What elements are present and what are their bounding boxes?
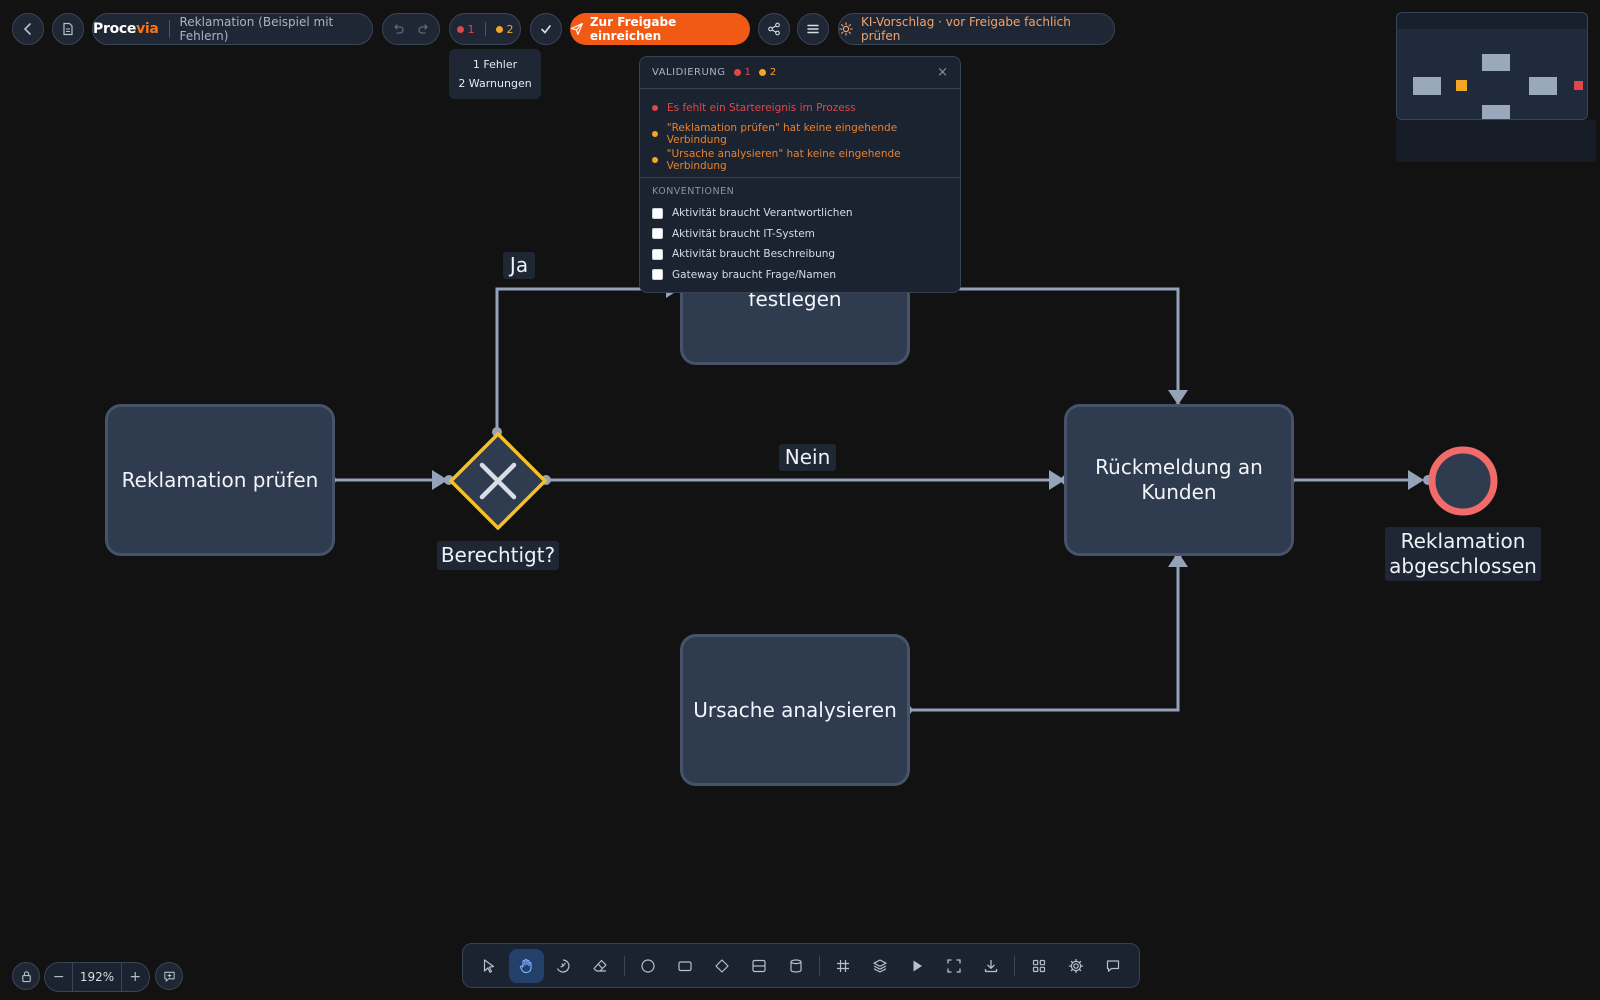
edge-label-yes[interactable]: Ja xyxy=(503,252,535,279)
export-button[interactable] xyxy=(974,949,1009,983)
eraser-icon xyxy=(593,959,607,972)
minimap-node xyxy=(1482,105,1510,119)
convention-checkbox[interactable] xyxy=(652,228,663,240)
simulate-button[interactable] xyxy=(900,949,935,983)
arrowhead xyxy=(1168,390,1188,405)
toolbar-divider xyxy=(1014,955,1016,976)
lasso-tool-button[interactable] xyxy=(546,949,581,983)
minimap-shadow xyxy=(1396,120,1596,162)
conventions-title: KONVENTIONEN xyxy=(652,186,735,197)
convention-item[interactable]: Gateway braucht Frage/Namen xyxy=(652,265,948,286)
end-event[interactable] xyxy=(1427,445,1499,517)
play-icon xyxy=(913,960,923,971)
rectangle-icon xyxy=(678,960,692,971)
database-icon xyxy=(789,958,802,973)
lasso-icon xyxy=(557,958,570,973)
convention-checkbox[interactable] xyxy=(652,269,663,281)
gear-icon xyxy=(1068,958,1083,973)
zoom-in-button[interactable]: + xyxy=(122,969,149,985)
gateway-shape-button[interactable] xyxy=(704,949,739,983)
download-icon xyxy=(984,959,998,972)
warning-dot-icon xyxy=(652,131,658,137)
zoom-level[interactable]: 192% xyxy=(72,963,122,991)
layers-button[interactable] xyxy=(863,949,898,983)
comment-add-button[interactable] xyxy=(155,962,183,990)
validation-title: VALIDIERUNG xyxy=(652,67,726,78)
fullscreen-icon xyxy=(947,958,961,973)
settings-button[interactable] xyxy=(1058,949,1093,983)
fit-view-button[interactable] xyxy=(937,949,972,983)
error-dot-icon xyxy=(733,69,741,76)
comments-button[interactable] xyxy=(1095,949,1130,983)
grid-icon xyxy=(837,959,850,972)
convention-item[interactable]: Aktivität braucht IT-System xyxy=(652,224,948,245)
lock-button[interactable] xyxy=(12,962,40,990)
warning-dot-icon xyxy=(652,157,658,163)
minimap[interactable] xyxy=(1396,12,1588,120)
flow-gateway-to-define xyxy=(495,287,680,432)
flow-analyze-to-feedback xyxy=(907,560,1180,712)
validation-panel-header: VALIDIERUNG 1 2 × xyxy=(640,57,960,89)
minimap-node xyxy=(1413,77,1441,95)
validation-issue[interactable]: Es fehlt ein Startereignis im Prozess xyxy=(652,95,948,121)
bottom-toolbar xyxy=(462,943,1140,988)
swimlane-icon xyxy=(752,959,766,972)
lock-icon xyxy=(21,970,31,982)
eraser-tool-button[interactable] xyxy=(583,949,618,983)
validation-issue-list: Es fehlt ein Startereignis im Prozess "R… xyxy=(640,89,960,178)
minimap-header xyxy=(1397,13,1587,29)
datastore-shape-button[interactable] xyxy=(778,949,813,983)
event-shape-button[interactable] xyxy=(631,949,666,983)
minimap-node xyxy=(1529,77,1557,95)
flow-define-to-feedback xyxy=(904,287,1180,398)
convention-checkbox[interactable] xyxy=(652,248,663,260)
task-shape-button[interactable] xyxy=(667,949,702,983)
convention-item[interactable]: Aktivität braucht Verantwortlichen xyxy=(652,203,948,224)
minimap-end-event xyxy=(1574,81,1583,90)
chat-bubble-icon xyxy=(1106,959,1119,972)
comment-plus-icon xyxy=(163,971,175,982)
select-tool-button[interactable] xyxy=(472,949,507,983)
lane-shape-button[interactable] xyxy=(741,949,776,983)
grid-toggle-button[interactable] xyxy=(826,949,861,983)
conventions-section: KONVENTIONEN Aktivität braucht Verantwor… xyxy=(640,178,960,293)
warning-dot-icon xyxy=(758,69,766,76)
zoom-out-button[interactable]: − xyxy=(45,969,72,985)
convention-item[interactable]: Aktivität braucht Beschreibung xyxy=(652,244,948,265)
validation-issue[interactable]: "Ursache analysieren" hat keine eingehen… xyxy=(652,147,948,173)
end-event-label[interactable]: Reklamation abgeschlossen xyxy=(1385,527,1541,581)
task-reklamation-pruefen[interactable]: Reklamation prüfen xyxy=(105,404,335,556)
validation-warning-count: 2 xyxy=(758,67,776,78)
zoom-control: − 192% + xyxy=(44,962,150,992)
hand-icon xyxy=(520,958,532,973)
exclusive-gateway[interactable] xyxy=(448,431,548,531)
apps-grid-icon xyxy=(1032,959,1045,972)
task-rueckmeldung-an-kunden[interactable]: Rückmeldung an Kunden xyxy=(1064,404,1294,556)
edge-label-no[interactable]: Nein xyxy=(779,444,836,471)
templates-button[interactable] xyxy=(1021,949,1056,983)
minimap-gateway xyxy=(1456,80,1467,91)
arrowhead xyxy=(1408,470,1424,490)
toolbar-divider xyxy=(623,955,625,976)
validation-error-count: 1 xyxy=(733,67,751,78)
circle-icon xyxy=(641,958,655,973)
gateway-label[interactable]: Berechtigt? xyxy=(437,541,559,570)
diamond-icon xyxy=(715,958,729,973)
hand-tool-button[interactable] xyxy=(508,948,544,983)
toolbar-divider xyxy=(818,955,820,976)
close-icon[interactable]: × xyxy=(937,65,948,80)
cursor-icon xyxy=(484,958,495,973)
layers-icon xyxy=(873,958,887,973)
validation-panel: VALIDIERUNG 1 2 × Es fehlt ein Starterei… xyxy=(639,56,961,293)
validation-issue[interactable]: "Reklamation prüfen" hat keine eingehend… xyxy=(652,121,948,147)
error-dot-icon xyxy=(652,105,658,111)
minimap-node xyxy=(1482,54,1510,71)
task-ursache-analysieren[interactable]: Ursache analysieren xyxy=(680,634,910,786)
convention-checkbox[interactable] xyxy=(652,207,663,219)
